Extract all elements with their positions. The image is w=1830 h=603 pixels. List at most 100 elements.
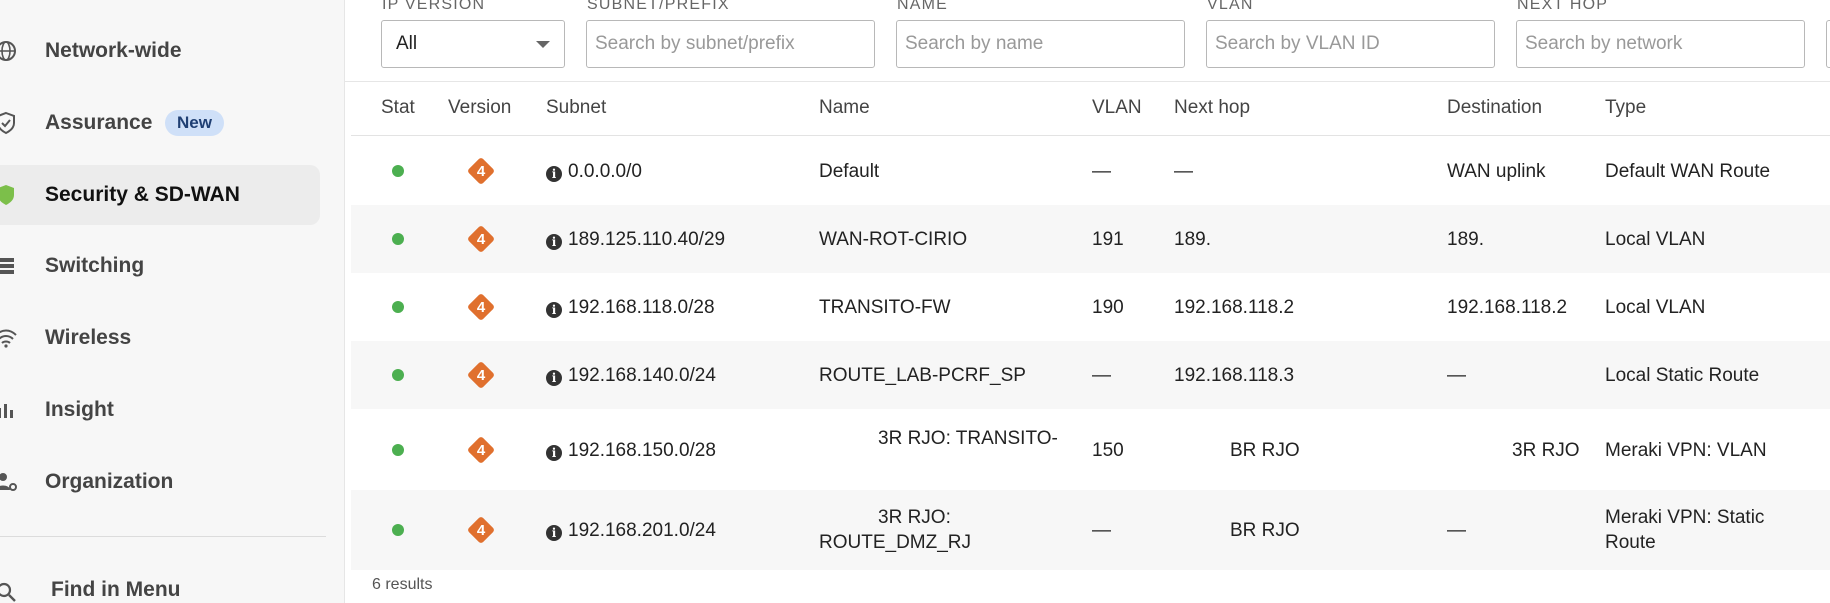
- column-header-subnet[interactable]: Subnet: [546, 97, 606, 119]
- next-hop-cell: 189.: [1174, 229, 1211, 250]
- sidebar-item-wireless[interactable]: Wireless: [0, 308, 320, 368]
- column-header-next-hop[interactable]: Next hop: [1174, 97, 1250, 119]
- sidebar-item-assurance[interactable]: Assurance New: [0, 93, 320, 153]
- globe-icon: [0, 39, 18, 63]
- name-cell: Default: [819, 161, 880, 182]
- name-box: [896, 20, 1185, 68]
- find-in-menu-button[interactable]: Find in Menu: [0, 572, 320, 603]
- subnet-value: 192.168.140.0/24: [568, 365, 716, 386]
- info-icon[interactable]: i: [546, 234, 562, 250]
- table-row[interactable]: 4 i 192.168.150.0/28 3R RJO: TRANSITO- 150 BR…: [351, 409, 1830, 490]
- next-hop-search-input[interactable]: [1517, 21, 1804, 67]
- chevron-down-icon: [536, 41, 550, 48]
- sidebar-item-security-sd-wan[interactable]: Security & SD-WAN: [0, 165, 320, 225]
- sidebar-item-label: Switching: [45, 254, 145, 277]
- ip-version-select[interactable]: All: [381, 20, 565, 68]
- table-row[interactable]: 4 i 192.168.118.0/28 TRANSITO-FW 190 192.168.…: [351, 273, 1830, 341]
- info-icon[interactable]: i: [546, 302, 562, 318]
- subnet-value: 189.125.110.40/29: [568, 229, 726, 250]
- vlan-label: VLAN: [1207, 0, 1254, 13]
- status-dot: [392, 301, 404, 313]
- subnet-cell: i 0.0.0.0/0: [546, 159, 642, 184]
- destination-cell: WAN uplink: [1447, 161, 1546, 182]
- info-icon[interactable]: i: [546, 166, 562, 182]
- vlan-cell: 191: [1092, 229, 1124, 250]
- new-badge: New: [165, 110, 224, 136]
- column-header-type[interactable]: Type: [1605, 97, 1646, 119]
- search-icon: [0, 580, 18, 603]
- subnet-cell: i 192.168.118.0/28: [546, 295, 715, 320]
- next-hop-cell: BR RJO: [1230, 520, 1300, 541]
- name-cell: WAN-ROT-CIRIO: [819, 229, 968, 250]
- subnet-cell: i 189.125.110.40/29: [546, 227, 725, 252]
- sidebar-item-network-wide[interactable]: Network-wide: [0, 21, 320, 81]
- info-icon[interactable]: i: [546, 444, 562, 461]
- name-cell: TRANSITO-FW: [819, 297, 951, 318]
- sidebar-item-label: Security & SD-WAN: [45, 183, 240, 206]
- subnet-label: SUBNET/PREFIX: [587, 0, 730, 13]
- name-cell: 3R RJO: TRANSITO-: [878, 427, 1058, 449]
- extra-filter-box-edge[interactable]: [1826, 20, 1830, 68]
- destination-cell: 189.: [1447, 229, 1484, 250]
- find-in-menu-label: Find in Menu: [51, 578, 181, 601]
- sidebar-item-organization[interactable]: Organization: [0, 452, 320, 512]
- name-cell: 3R RJO: ROUTE_DMZ_RJ: [819, 507, 972, 553]
- subnet-cell: i 192.168.150.0/28: [546, 438, 716, 463]
- ipv4-version-label: 4: [477, 442, 486, 459]
- sidebar-item-label: Insight: [45, 398, 114, 421]
- next-hop-cell: BR RJO: [1230, 439, 1300, 461]
- type-cell: Local VLAN: [1605, 297, 1706, 318]
- organization-icon: [0, 470, 18, 494]
- destination-cell: —: [1447, 365, 1466, 386]
- sidebar-item-switching[interactable]: Switching: [0, 236, 320, 296]
- next-hop-cell: 192.168.118.3: [1174, 365, 1295, 386]
- status-dot: [392, 524, 404, 536]
- main-content: IP VERSION All SUBNET/PREFIX NAME VLAN: [345, 0, 1830, 603]
- column-header-status[interactable]: Stat: [381, 97, 415, 119]
- next-hop-label: NEXT HOP: [1517, 0, 1609, 13]
- type-cell: Meraki VPN: VLAN: [1605, 439, 1767, 461]
- sidebar-item-label: Network-wide: [45, 39, 182, 62]
- info-icon[interactable]: i: [546, 370, 562, 386]
- type-cell: Meraki VPN: Static Route: [1605, 507, 1765, 553]
- table-row[interactable]: 4 i 192.168.201.0/24 3R RJO: ROUTE_DMZ_RJ — B…: [351, 490, 1830, 570]
- destination-cell: 3R RJO: [1512, 439, 1580, 461]
- shield-icon: [0, 183, 18, 207]
- name-cell: ROUTE_LAB-PCRF_SP: [819, 365, 1026, 386]
- bar-chart-icon: [0, 398, 18, 422]
- ipv4-version-icon: 4: [468, 517, 494, 543]
- column-header-name[interactable]: Name: [819, 97, 870, 119]
- info-icon[interactable]: i: [546, 525, 562, 541]
- type-cell: Local Static Route: [1605, 365, 1760, 386]
- sidebar-item-label: Organization: [45, 470, 174, 493]
- subnet-cell: i 192.168.201.0/24: [546, 518, 716, 543]
- ipv4-version-icon: 4: [468, 158, 494, 184]
- status-dot: [392, 443, 404, 456]
- column-header-vlan[interactable]: VLAN: [1092, 97, 1142, 119]
- sidebar-item-insight[interactable]: Insight: [0, 380, 320, 440]
- column-header-version[interactable]: Version: [448, 97, 511, 119]
- vlan-search-input[interactable]: [1207, 21, 1494, 67]
- column-header-destination[interactable]: Destination: [1447, 97, 1542, 119]
- vlan-cell: —: [1092, 365, 1111, 386]
- status-dot: [392, 369, 404, 381]
- status-dot: [392, 233, 404, 245]
- name-search-input[interactable]: [897, 21, 1184, 67]
- ip-version-label: IP VERSION: [382, 0, 486, 13]
- subnet-cell: i 192.168.140.0/24: [546, 363, 716, 388]
- sidebar: Network-wide Assurance New Security & SD…: [0, 0, 345, 603]
- type-cell: Local VLAN: [1605, 229, 1706, 250]
- subnet-box: [586, 20, 875, 68]
- sidebar-item-label: Assurance: [45, 111, 153, 134]
- ip-version-value: All: [396, 33, 418, 54]
- table-row[interactable]: 4 i 192.168.140.0/24 ROUTE_LAB-PCRF_SP — 192.…: [351, 341, 1830, 409]
- next-hop-cell: —: [1174, 161, 1193, 182]
- vlan-cell: —: [1092, 161, 1111, 182]
- table-row[interactable]: 4 i 189.125.110.40/29 WAN-ROT-CIRIO 191 189. 1…: [351, 205, 1830, 273]
- wifi-icon: [0, 326, 18, 350]
- ipv4-version-label: 4: [477, 367, 486, 384]
- destination-cell: 192.168.118.2: [1447, 297, 1568, 318]
- shield-check-icon: [0, 111, 18, 135]
- table-row[interactable]: 4 i 0.0.0.0/0 Default — — WAN uplink Default WA…: [351, 137, 1830, 205]
- subnet-search-input[interactable]: [587, 21, 874, 67]
